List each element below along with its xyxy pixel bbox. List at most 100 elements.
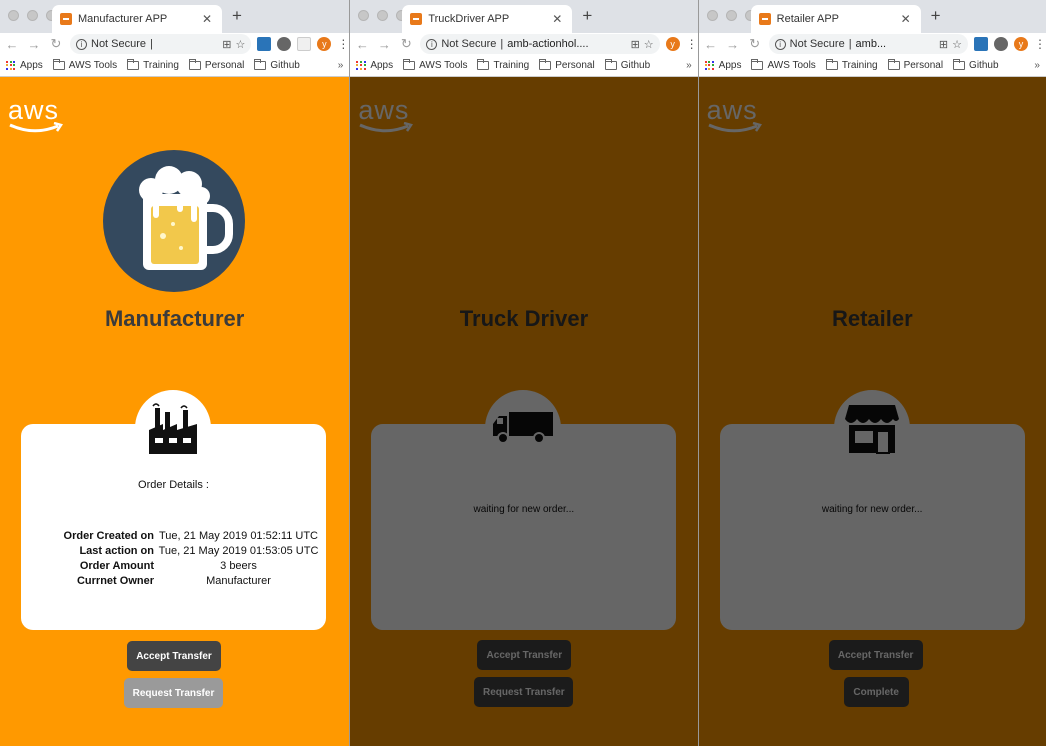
window-controls[interactable] <box>8 10 57 21</box>
order-details-table: Order Created on Tue, 21 May 2019 01:52:1… <box>41 528 321 588</box>
reload-icon[interactable]: ↻ <box>48 36 64 52</box>
detail-row: Currnet Owner Manufacturer <box>41 573 321 588</box>
minimize-window-icon[interactable] <box>725 10 737 21</box>
bookmarks-bar: Apps AWS Tools Training Personal Github … <box>0 55 350 77</box>
info-icon[interactable]: i <box>426 38 438 50</box>
bookmark-github[interactable]: Github <box>953 59 999 71</box>
bookmark-training[interactable]: Training <box>477 59 529 71</box>
folder-icon <box>127 59 140 70</box>
reload-icon[interactable]: ↻ <box>398 36 414 52</box>
address-bar[interactable]: i Not Secure | amb... ⊞ ☆ <box>768 34 968 54</box>
new-tab-icon[interactable]: + <box>582 6 592 26</box>
folder-icon <box>604 59 617 70</box>
apps-grid-icon <box>6 60 16 71</box>
back-icon[interactable]: ← <box>4 37 20 52</box>
bookmarks-overflow-icon[interactable]: » <box>1034 60 1040 71</box>
aws-logo: aws <box>358 97 414 134</box>
bookmark-github[interactable]: Github <box>254 59 300 71</box>
bookmark-aws-tools[interactable]: AWS Tools <box>52 59 117 71</box>
folder-icon <box>825 59 838 70</box>
translate-icon[interactable]: ⊞ <box>939 38 948 51</box>
tab-active[interactable]: Retailer APP ✕ <box>750 5 921 33</box>
complete-button[interactable]: Complete <box>843 677 909 707</box>
chrome-menu-icon[interactable]: ⋮ <box>1034 37 1046 51</box>
tab-close-icon[interactable]: ✕ <box>200 12 214 26</box>
window-controls[interactable] <box>706 10 756 21</box>
tab-strip: Retailer APP ✕ + <box>698 0 1046 33</box>
bookmark-training[interactable]: Training <box>825 59 878 71</box>
accept-transfer-button[interactable]: Accept Transfer <box>477 640 572 670</box>
window-controls[interactable] <box>358 10 408 21</box>
tab-active[interactable]: TruckDriver APP ✕ <box>402 5 573 33</box>
bookmark-apps[interactable]: Apps <box>6 60 43 71</box>
extension-tools-icon[interactable] <box>277 37 292 51</box>
bookmark-aws-tools[interactable]: AWS Tools <box>751 59 816 71</box>
translate-icon[interactable]: ⊞ <box>631 38 640 51</box>
tab-close-icon[interactable]: ✕ <box>899 12 913 26</box>
aws-logo: aws <box>8 97 64 134</box>
forward-icon[interactable]: → <box>376 37 392 52</box>
detail-row: Order Created on Tue, 21 May 2019 01:52:1… <box>41 528 321 543</box>
bookmark-personal[interactable]: Personal <box>539 59 595 71</box>
chrome-menu-icon[interactable]: ⋮ <box>337 37 349 51</box>
app-page: aws Truck Driver waiting for new order..… <box>350 77 698 746</box>
address-bar[interactable]: i Not Secure | amb-actionhol.... ⊞ ☆ <box>420 34 660 54</box>
address-bar[interactable]: i Not Secure | ⊞ ☆ <box>70 34 252 54</box>
new-tab-icon[interactable]: + <box>232 6 242 26</box>
minimize-window-icon[interactable] <box>377 10 389 21</box>
back-icon[interactable]: ← <box>703 37 719 52</box>
bookmark-apps[interactable]: Apps <box>356 60 393 71</box>
forward-icon[interactable]: → <box>725 37 741 52</box>
extension-icon[interactable] <box>257 37 272 51</box>
minimize-window-icon[interactable] <box>27 10 38 21</box>
address-separator: | <box>500 38 504 50</box>
url-text: amb... <box>855 38 887 50</box>
request-transfer-button[interactable]: Request Transfer <box>124 678 223 708</box>
bookmark-apps[interactable]: Apps <box>704 60 741 71</box>
bookmark-personal[interactable]: Personal <box>188 59 244 71</box>
app-page: aws Retailer waiting for new order... Ac… <box>698 77 1046 746</box>
browser-window-retailer: Retailer APP ✕ + ← → ↻ i Not Secure | am… <box>698 0 1046 746</box>
new-tab-icon[interactable]: + <box>931 6 941 26</box>
bookmark-github[interactable]: Github <box>604 59 650 71</box>
bookmark-training[interactable]: Training <box>127 59 179 71</box>
back-icon[interactable]: ← <box>354 37 370 52</box>
app-page: aws Manufacturer Order Details : Order C… <box>0 77 350 746</box>
extension-tools-icon[interactable] <box>993 37 1008 51</box>
bookmark-personal[interactable]: Personal <box>887 59 943 71</box>
extension-aea-icon[interactable] <box>297 37 312 51</box>
extension-icon[interactable] <box>973 37 988 51</box>
translate-icon[interactable]: ⊞ <box>222 38 231 51</box>
bookmark-star-icon[interactable]: ☆ <box>235 38 245 51</box>
bookmarks-overflow-icon[interactable]: » <box>686 60 692 71</box>
apps-grid-icon <box>704 60 715 71</box>
factory-badge <box>135 390 211 466</box>
bookmark-star-icon[interactable]: ☆ <box>952 38 962 51</box>
close-window-icon[interactable] <box>706 10 718 21</box>
info-icon[interactable]: i <box>774 38 786 50</box>
reload-icon[interactable]: ↻ <box>747 36 763 52</box>
request-transfer-button[interactable]: Request Transfer <box>474 677 574 707</box>
bookmark-aws-tools[interactable]: AWS Tools <box>403 59 467 71</box>
profile-avatar[interactable]: y <box>317 37 332 51</box>
waiting-message: waiting for new order... <box>473 504 575 515</box>
forward-icon[interactable]: → <box>26 37 42 52</box>
tab-active[interactable]: Manufacturer APP ✕ <box>52 5 222 33</box>
detail-value: 3 beers <box>220 559 257 572</box>
profile-avatar[interactable]: y <box>1013 37 1028 51</box>
bookmark-star-icon[interactable]: ☆ <box>644 38 654 51</box>
accept-transfer-button[interactable]: Accept Transfer <box>828 640 923 670</box>
bookmarks-overflow-icon[interactable]: » <box>338 60 344 71</box>
role-title: Retailer <box>831 306 913 331</box>
folder-icon <box>477 59 490 70</box>
tab-close-icon[interactable]: ✕ <box>550 12 564 26</box>
accept-transfer-button[interactable]: Accept Transfer <box>127 641 221 671</box>
detail-value: Manufacturer <box>206 574 271 587</box>
close-window-icon[interactable] <box>358 10 370 21</box>
browser-window-manufacturer: Manufacturer APP ✕ + ← → ↻ i Not Secure … <box>0 0 351 746</box>
browser-toolbar: ← → ↻ i Not Secure | ⊞ ☆ y ⋮ <box>0 33 350 55</box>
info-icon[interactable]: i <box>76 38 87 50</box>
chrome-menu-icon[interactable]: ⋮ <box>686 37 698 51</box>
close-window-icon[interactable] <box>8 10 19 21</box>
profile-avatar[interactable]: y <box>665 37 680 51</box>
